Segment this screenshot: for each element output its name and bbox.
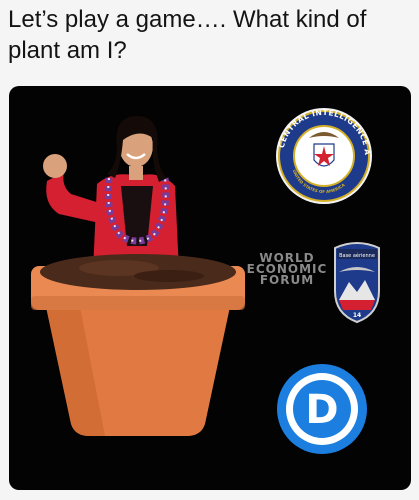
- democratic-party-logo: D: [277, 364, 367, 454]
- air-base-patch: Base aérienne 14: [334, 242, 380, 324]
- air-base-number: 14: [353, 312, 361, 319]
- wef-line-3: FORUM: [259, 273, 315, 287]
- meme-illustration: CENTRAL INTELLIGENCE AGENCY UNITED STATE…: [9, 86, 380, 454]
- air-base-top-text: Base aérienne: [339, 252, 375, 259]
- democratic-d-letter: D: [305, 387, 338, 433]
- flower-pot: [31, 254, 245, 436]
- meme-image: CENTRAL INTELLIGENCE AGENCY UNITED STATE…: [9, 86, 411, 490]
- woman-figure: [43, 116, 179, 271]
- raised-fist: [43, 154, 67, 178]
- post-caption: Let’s play a game…. What kind of plant a…: [8, 6, 367, 64]
- world-economic-forum-logo: WORLD ECONOMIC FORUM: [245, 252, 329, 287]
